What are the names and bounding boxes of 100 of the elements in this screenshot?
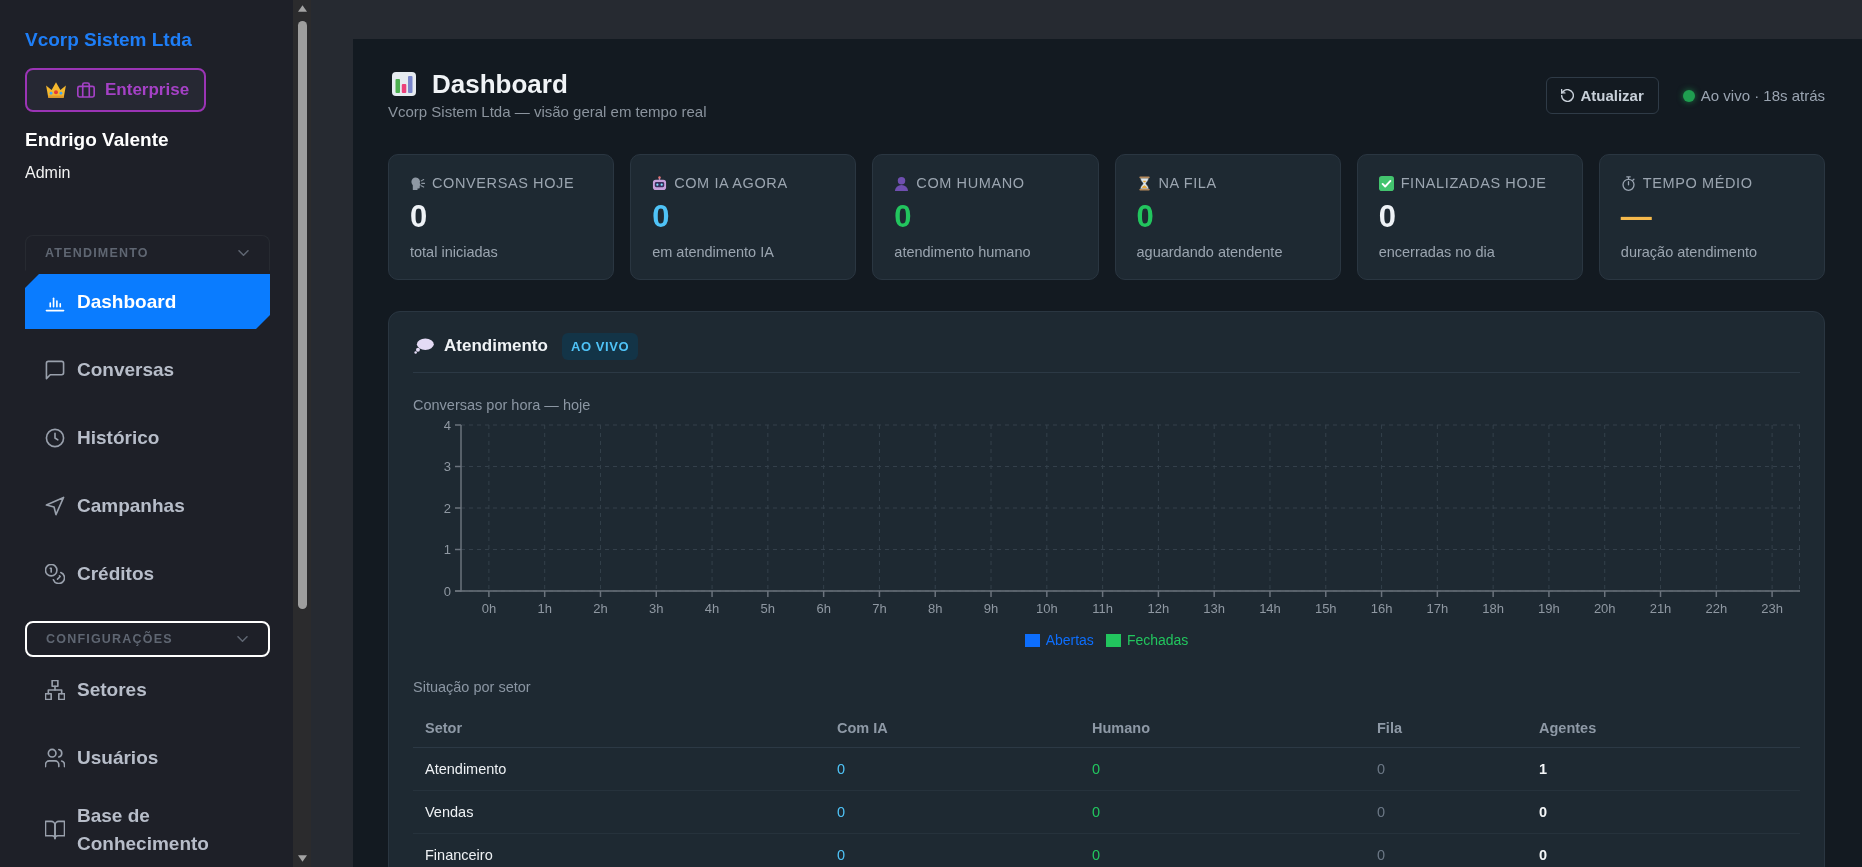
- hourglass-icon: [1136, 175, 1152, 191]
- refresh-icon: [1561, 89, 1575, 102]
- stat-label: COM HUMANO: [916, 175, 1025, 191]
- count-value: 0: [1092, 804, 1101, 820]
- count-value: 0: [1092, 761, 1101, 777]
- stat-label: NA FILA: [1158, 175, 1217, 191]
- open-book-icon: [45, 820, 65, 840]
- column-header: Humano: [1092, 720, 1150, 736]
- axis-tick-label: 1h: [537, 601, 552, 616]
- speaking-head-icon: [410, 175, 425, 191]
- count-value: 0: [1092, 847, 1101, 863]
- count-value: 0: [1377, 761, 1386, 777]
- stat-value: 0: [894, 200, 913, 234]
- company-name: Vcorp Sistem Ltda: [25, 29, 193, 51]
- axis-tick-label: 13h: [1203, 601, 1226, 616]
- axis-tick-label: 21h: [1649, 601, 1672, 616]
- nav-item[interactable]: Campanhas: [25, 478, 270, 533]
- page-subtitle: Vcorp Sistem Ltda — visão geral em tempo real: [388, 103, 707, 121]
- nav-item[interactable]: Base de Conhecimento: [25, 798, 270, 862]
- count-value: 0: [1377, 804, 1386, 820]
- axis-tick-label: 8h: [928, 601, 943, 616]
- axis-tick-label: 6h: [816, 601, 831, 616]
- column-header: Setor: [425, 720, 463, 736]
- axis-tick-label: 3: [443, 459, 451, 474]
- axis-tick-label: 4h: [704, 601, 720, 616]
- axis-tick-label: 15h: [1314, 601, 1337, 616]
- chevron-down-icon: [237, 636, 248, 642]
- nav-item[interactable]: Conversas: [25, 342, 270, 397]
- status-dot-icon: [1682, 89, 1695, 102]
- scroll-down-icon[interactable]: [297, 855, 307, 862]
- count-value: 0: [1377, 847, 1386, 863]
- count-value: 1: [1539, 761, 1548, 777]
- thought-bubble-icon: [414, 338, 434, 354]
- count-value: 0: [837, 761, 846, 777]
- axis-tick-label: 4: [443, 417, 451, 433]
- nav-item[interactable]: Dashboard: [25, 274, 270, 329]
- sector-name: Atendimento: [425, 761, 507, 777]
- stat-caption: atendimento humano: [894, 243, 1032, 261]
- stat-value: 0: [1136, 200, 1155, 234]
- column-header: Com IA: [837, 720, 888, 736]
- nav-item[interactable]: Histórico: [25, 410, 270, 465]
- legend-label: Abertas: [1045, 632, 1094, 648]
- hierarchy-icon: [45, 679, 65, 700]
- stat-label: COM IA AGORA: [674, 175, 788, 191]
- stat-caption: encerradas no dia: [1378, 243, 1496, 261]
- legend-label: Fechadas: [1126, 632, 1189, 648]
- stat-value: —: [1620, 200, 1653, 234]
- stat-label: FINALIZADAS HOJE: [1400, 175, 1547, 191]
- chevron-down-icon: [238, 250, 249, 256]
- users-icon: [45, 747, 65, 768]
- axis-tick-label: 17h: [1426, 601, 1449, 616]
- axis-tick-label: 14h: [1259, 601, 1281, 616]
- nav-item[interactable]: Setores: [25, 662, 270, 717]
- clock-icon: [45, 427, 65, 448]
- chat-bubble-icon: [45, 359, 65, 380]
- axis-tick-label: 5h: [760, 601, 776, 616]
- stat-caption: total iniciadas: [410, 243, 499, 261]
- axis-tick-label: 3h: [649, 601, 664, 616]
- chart-title: Conversas por hora — hoje: [413, 396, 592, 414]
- axis-tick-label: 16h: [1370, 601, 1393, 616]
- stat-value: 0: [652, 200, 671, 234]
- axis-tick-label: 22h: [1705, 601, 1728, 616]
- axis-tick-label: 0: [443, 583, 451, 599]
- table-title: Situação por setor: [413, 678, 532, 696]
- stopwatch-icon: [1620, 175, 1636, 191]
- user-name: Endrigo Valente: [25, 129, 170, 151]
- nav-item[interactable]: Créditos: [25, 546, 270, 601]
- count-value: 0: [1539, 804, 1548, 820]
- stat-label: CONVERSAS HOJE: [432, 175, 575, 191]
- live-status-text: Ao vivo · 18s atrás: [1700, 87, 1825, 104]
- panel-title: Atendimento: [444, 336, 548, 356]
- refresh-button[interactable]: Atualizar: [1546, 77, 1659, 114]
- axis-tick-label: 0h: [481, 601, 497, 616]
- stat-label: TEMPO MÉDIO: [1642, 175, 1753, 191]
- axis-tick-label: 7h: [872, 601, 887, 616]
- axis-tick-label: 19h: [1538, 601, 1560, 616]
- nav-item[interactable]: Usuários: [25, 730, 270, 785]
- check-box-icon: [1378, 175, 1394, 191]
- scrollbar-thumb[interactable]: [297, 21, 307, 609]
- axis-tick-label: 20h: [1593, 601, 1616, 616]
- count-value: 0: [1539, 847, 1548, 863]
- sector-name: Financeiro: [425, 847, 493, 863]
- robot-icon: [652, 175, 668, 191]
- stat-value: 0: [1378, 200, 1397, 234]
- coins-icon: [45, 563, 65, 584]
- axis-tick-label: 9h: [983, 601, 999, 616]
- axis-tick-label: 1: [443, 542, 451, 557]
- axis-tick-label: 11h: [1092, 601, 1113, 616]
- count-value: 0: [837, 804, 846, 820]
- stat-caption: duração atendimento: [1620, 243, 1759, 261]
- column-header: Fila: [1377, 720, 1402, 736]
- plan-name: Enterprise: [105, 80, 190, 100]
- page-title: Dashboard: [432, 69, 568, 99]
- axis-tick-label: 2h: [593, 601, 608, 616]
- scroll-up-icon[interactable]: [297, 5, 307, 12]
- person-icon: [894, 175, 910, 191]
- stat-caption: aguardando atendente: [1136, 243, 1284, 261]
- count-value: 0: [837, 847, 846, 863]
- axis-tick-label: 10h: [1035, 601, 1058, 616]
- stat-value: 0: [410, 200, 429, 234]
